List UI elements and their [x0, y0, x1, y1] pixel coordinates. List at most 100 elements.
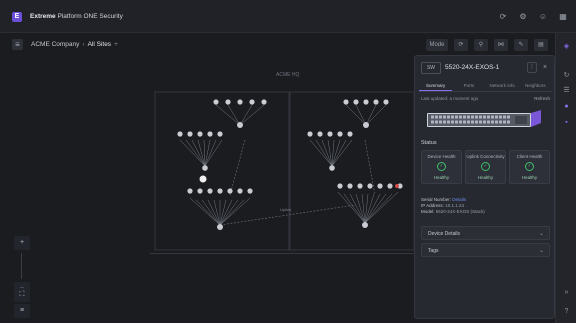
brand-name: Extreme [30, 13, 56, 20]
info-key: Serial Number: [421, 197, 452, 202]
info-value: 5520-24X-EXOS (Stack) [435, 209, 485, 214]
right-rail: ◈ ↻ ☰ ● ▪ » ? [555, 33, 576, 323]
header-icons: ⟳ ⚙ ☺ ▦ [498, 12, 568, 22]
topology-graph[interactable]: Uplink [150, 80, 415, 260]
settings-icon[interactable]: ⚙ [518, 12, 528, 22]
rail-help-icon[interactable]: ? [561, 306, 572, 317]
user-icon[interactable]: ☺ [538, 12, 548, 22]
panel-header: SW 5520-24X-EXOS-1 ⋮ × [421, 61, 549, 75]
selected-device-node [199, 175, 207, 183]
breadcrumb-org[interactable]: ACME Company [31, 41, 79, 48]
refresh-icon[interactable]: ⟳ [454, 39, 468, 51]
zoom-slider[interactable] [21, 253, 22, 279]
device-details-accordion[interactable]: Device Details ⌄ [421, 226, 550, 240]
fit-view-button[interactable]: ⛶ [14, 288, 30, 302]
tab-summary[interactable]: Summary [419, 81, 453, 91]
apps-grid-icon[interactable]: ▦ [558, 12, 568, 22]
left-mid-cluster [177, 131, 223, 137]
alert-node [395, 184, 399, 188]
check-circle-icon: ✓ [525, 162, 534, 171]
status-section-title: Status [421, 140, 437, 146]
left-top-cluster [213, 99, 267, 105]
device-type-chip: SW [421, 62, 441, 74]
rail-refresh-icon[interactable]: ↻ [561, 70, 572, 81]
last-updated-text: Last updated: a moment ago [421, 96, 479, 101]
chevron-down-icon: ⌄ [538, 231, 544, 237]
left-top-switch [237, 122, 243, 128]
check-circle-icon: ✓ [437, 162, 446, 171]
layout-icon[interactable]: ⋈ [494, 39, 508, 51]
device-title: 5520-24X-EXOS-1 [445, 64, 500, 71]
left-uplink [229, 139, 246, 196]
region-label: ACME HQ [276, 72, 300, 78]
breadcrumb-site[interactable]: All Sites [88, 41, 111, 48]
panel-actions: ⋮ × [527, 62, 549, 73]
more-actions-icon[interactable]: ⋮ [527, 62, 537, 73]
tab-neighbors[interactable]: Neighbors [519, 81, 552, 91]
status-card-value: Healthy [477, 175, 494, 180]
device-detail-panel: SW 5520-24X-EXOS-1 ⋮ × Summary Ports Net… [414, 55, 555, 319]
accordion-label: Tags [428, 248, 439, 254]
zoom-in-button[interactable]: + [14, 236, 30, 250]
info-key: IP Address: [421, 203, 444, 208]
filter-icon[interactable]: ⚲ [474, 39, 488, 51]
left-bottom-fan [189, 197, 251, 226]
app-header: E Extreme Platform ONE Security ⟳ ⚙ ☺ ▦ [0, 0, 576, 33]
topology-canvas[interactable]: ACME HQ Uplink [150, 72, 415, 260]
export-icon[interactable]: ▤ [534, 39, 548, 51]
right-top-switch [363, 122, 369, 128]
app-logo[interactable]: E [12, 12, 22, 22]
panel-meta: Last updated: a moment ago Refresh [421, 96, 550, 104]
panel-tabs: Summary Ports Network Info Neighbors [419, 81, 552, 92]
app-title: Extreme Platform ONE Security [30, 13, 123, 20]
status-card-label: Uplink Connectivity [466, 154, 505, 159]
status-card-value: Healthy [521, 175, 538, 180]
check-circle-icon: ✓ [481, 162, 490, 171]
tags-accordion[interactable]: Tags ⌄ [421, 243, 550, 257]
tab-network-info[interactable]: Network Info [486, 81, 519, 91]
switch-device-image [427, 110, 541, 127]
tab-ports[interactable]: Ports [452, 81, 485, 91]
menu-toggle-button[interactable]: ≡ [12, 39, 23, 50]
close-icon[interactable]: × [541, 62, 549, 73]
info-row-model: Model: 5520-24X-EXOS (Stack) [421, 209, 550, 215]
right-core-switch [362, 222, 368, 228]
right-bottom-cluster [337, 183, 403, 189]
edit-icon[interactable]: ✎ [514, 39, 528, 51]
refresh-icon[interactable]: ⟳ [498, 12, 508, 22]
status-card-label: Device Health [427, 154, 456, 159]
topology-toolbar: Mode ⟳ ⚲ ⋈ ✎ ▤ [426, 39, 548, 51]
right-bottom-fan [337, 191, 399, 224]
info-value: 10.1.1.24 [445, 203, 464, 208]
add-site-icon[interactable]: + [114, 41, 118, 48]
rail-list-icon[interactable]: ☰ [561, 85, 572, 96]
serial-details-link[interactable]: Details [452, 197, 466, 202]
chevron-down-icon: ⌄ [538, 248, 544, 254]
left-mid-fan [179, 139, 223, 167]
rail-status-icon[interactable]: ● [561, 101, 572, 112]
status-card-label: Client Health [516, 154, 543, 159]
client-health-card[interactable]: Client Health ✓ Healthy [509, 150, 550, 184]
breadcrumb: ACME Company › All Sites + [31, 41, 118, 48]
accordion-label: Device Details [428, 231, 460, 237]
site-group-right [289, 91, 415, 251]
rail-bookmark-icon[interactable]: ▪ [561, 117, 572, 128]
info-key: Model: [421, 209, 435, 214]
app-title-rest: Platform ONE Security [57, 13, 123, 20]
uplink-connectivity-card[interactable]: Uplink Connectivity ✓ Healthy [465, 150, 506, 184]
device-health-card[interactable]: Device Health ✓ Healthy [421, 150, 462, 184]
refresh-link[interactable]: Refresh [534, 96, 550, 101]
status-card-value: Healthy [433, 175, 450, 180]
rail-expand-icon[interactable]: » [561, 287, 572, 298]
mode-select[interactable]: Mode [426, 39, 448, 51]
left-core-switch [217, 224, 223, 230]
right-top-cluster [343, 99, 389, 105]
right-mid-fan [309, 139, 353, 167]
legend-button[interactable]: ≡ [14, 304, 30, 318]
canvas-divider [150, 253, 415, 254]
left-mid-switch [202, 165, 208, 171]
inter-site-link-label: Uplink [280, 207, 291, 212]
right-mid-switch [329, 165, 335, 171]
right-mid-cluster [307, 131, 353, 137]
rail-logo-icon[interactable]: ◈ [561, 41, 572, 52]
